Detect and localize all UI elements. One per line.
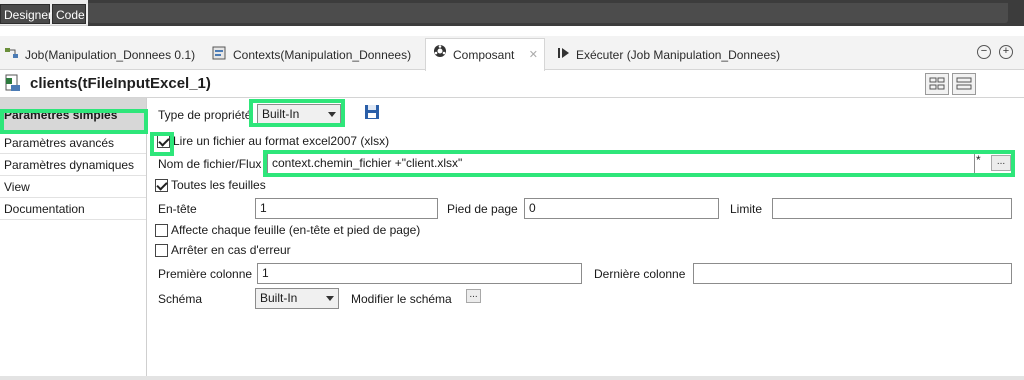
tab-code[interactable]: Code xyxy=(52,4,86,24)
edit-schema-button[interactable]: ... xyxy=(466,289,481,303)
property-type-select[interactable]: Built-In xyxy=(257,104,341,125)
run-icon xyxy=(557,45,571,67)
last-column-input[interactable] xyxy=(693,263,1012,284)
property-type-value: Built-In xyxy=(262,107,300,121)
sidebar-item-parametres-avances[interactable]: Paramètres avancés xyxy=(0,132,146,154)
edit-schema-label: Modifier le schéma xyxy=(351,292,452,306)
tab-composant-label: Composant xyxy=(453,48,515,62)
view-tab-bar: Job(Manipulation_Donnees 0.1) Contexts(M… xyxy=(0,36,1024,71)
component-title: clients(tFileInputExcel_1) xyxy=(30,75,211,92)
editor-toolbar-area xyxy=(88,0,1024,26)
component-settings-form: Type de propriété Built-In Lire un fichi… xyxy=(148,98,1016,376)
footer-input[interactable]: 0 xyxy=(524,198,719,219)
component-header: clients(tFileInputExcel_1) xyxy=(0,71,1024,98)
close-icon[interactable]: ✕ xyxy=(529,39,538,72)
contexts-icon xyxy=(212,45,228,67)
limit-input[interactable] xyxy=(772,198,1012,219)
stop-on-error-label: Arrêter en cas d'erreur xyxy=(171,243,291,257)
property-type-label: Type de propriété xyxy=(158,108,252,122)
filename-marker: * xyxy=(976,153,981,167)
last-column-label: Dernière colonne xyxy=(594,267,686,281)
affect-sheet-checkbox[interactable] xyxy=(155,224,168,237)
schema-select[interactable]: Built-In xyxy=(255,288,339,309)
tab-contexts[interactable]: Contexts(Manipulation_Donnees) xyxy=(212,44,411,66)
tab-job[interactable]: Job(Manipulation_Donnees 0.1) xyxy=(4,44,195,66)
layout-rows-icon[interactable] xyxy=(952,73,976,95)
first-column-input[interactable]: 1 xyxy=(257,263,582,284)
bottom-border xyxy=(0,376,1024,380)
tab-executer[interactable]: Exécuter (Job Manipulation_Donnees) xyxy=(557,44,780,66)
filename-input[interactable]: context.chemin_fichier +"client.xlsx" xyxy=(267,153,975,174)
stop-on-error-checkbox[interactable] xyxy=(155,244,168,257)
schema-label: Schéma xyxy=(158,292,203,306)
tab-executer-label: Exécuter (Job Manipulation_Donnees) xyxy=(576,48,781,62)
sidebar-item-parametres-simples[interactable]: Paramètres simples xyxy=(0,98,146,132)
sidebar-item-view[interactable]: View xyxy=(0,176,146,198)
first-column-label: Première colonne xyxy=(158,267,253,281)
excel2007-label: Lire un fichier au format excel2007 (xls… xyxy=(173,134,390,148)
settings-sidebar: Paramètres simples Paramètres avancés Pa… xyxy=(0,98,147,376)
excel2007-checkbox[interactable] xyxy=(157,135,170,148)
limit-label: Limite xyxy=(730,202,763,216)
all-sheets-label: Toutes les feuilles xyxy=(171,178,266,192)
save-icon[interactable] xyxy=(364,104,380,123)
chevron-down-icon xyxy=(326,296,334,301)
chevron-down-icon xyxy=(328,112,336,117)
top-toolbar: Designer Code xyxy=(0,0,1024,26)
minimize-icon[interactable]: − xyxy=(977,45,991,59)
all-sheets-checkbox[interactable] xyxy=(155,179,168,192)
sidebar-item-parametres-dynamiques[interactable]: Paramètres dynamiques xyxy=(0,154,146,176)
tab-job-label: Job(Manipulation_Donnees 0.1) xyxy=(25,48,196,62)
tab-designer[interactable]: Designer xyxy=(0,4,52,24)
job-icon xyxy=(4,45,20,67)
editor-toolbar-strip xyxy=(88,3,1008,23)
layout-grid-icon[interactable] xyxy=(925,73,949,95)
header-input[interactable]: 1 xyxy=(255,198,438,219)
maximize-icon[interactable]: + xyxy=(999,45,1013,59)
excel-file-icon xyxy=(5,74,21,92)
tab-contexts-label: Contexts(Manipulation_Donnees) xyxy=(233,48,412,62)
sidebar-item-documentation[interactable]: Documentation xyxy=(0,198,146,220)
schema-value: Built-In xyxy=(260,291,298,305)
component-gear-icon xyxy=(432,39,448,72)
filename-label: Nom de fichier/Flux xyxy=(158,157,262,171)
header-label: En-tête xyxy=(158,202,197,216)
tab-composant[interactable]: Composant ✕ xyxy=(425,38,545,71)
affect-sheet-label: Affecte chaque feuille (en-tête et pied … xyxy=(171,223,421,237)
browse-button[interactable]: ... xyxy=(991,155,1011,171)
footer-label: Pied de page xyxy=(447,202,518,216)
